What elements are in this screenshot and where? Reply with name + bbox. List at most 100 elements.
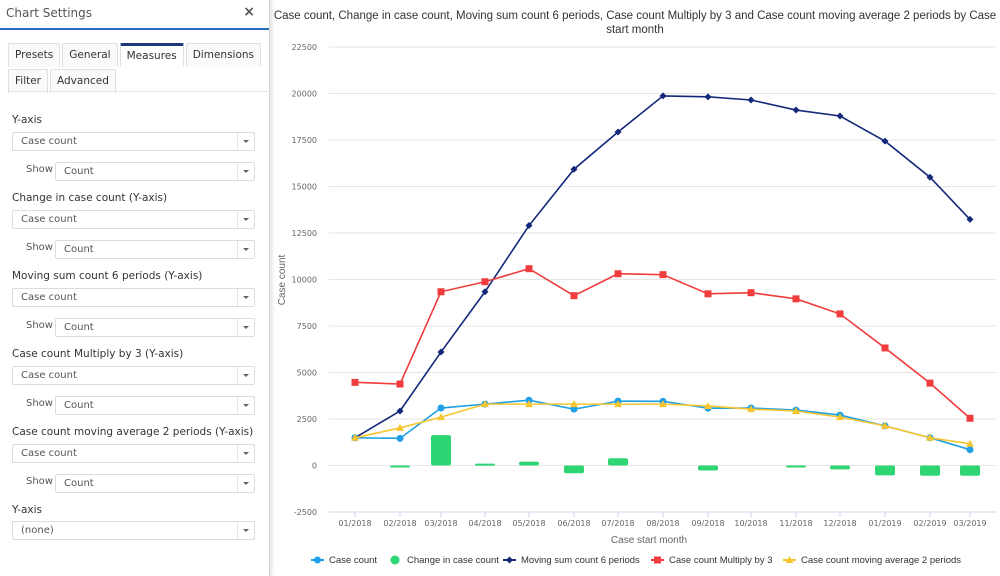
legend-label: Moving sum count 6 periods bbox=[521, 555, 640, 566]
chevron-down-icon[interactable] bbox=[237, 289, 254, 306]
y-tick-label: 0 bbox=[312, 462, 317, 471]
legend-symbol bbox=[390, 555, 400, 565]
tab-measures[interactable]: Measures bbox=[119, 43, 184, 67]
point-case-count-multiply-by-3 bbox=[792, 295, 800, 303]
chevron-down-icon[interactable] bbox=[237, 522, 254, 539]
chart-area: Case count, Change in case count, Moving… bbox=[271, 0, 1000, 576]
point-case-count-multiply-by-3 bbox=[570, 292, 578, 300]
x-tick-label: 09/2018 bbox=[691, 519, 724, 528]
x-tick-label: 01/2019 bbox=[868, 519, 901, 528]
point-case-count-multiply-by-3 bbox=[881, 344, 889, 352]
show-select[interactable]: Count bbox=[55, 474, 255, 493]
close-icon[interactable]: × bbox=[243, 4, 255, 20]
line-moving-sum-count-6-periods bbox=[354, 95, 971, 439]
show-select[interactable]: Count bbox=[55, 162, 255, 181]
show-label: Show bbox=[26, 320, 53, 331]
y-tick-label: -2500 bbox=[294, 508, 317, 517]
bar-change-in-case-count bbox=[475, 463, 495, 466]
tab-row: Presets General Measures Dimensions bbox=[8, 43, 262, 67]
bar-change-in-case-count bbox=[698, 465, 718, 471]
y-tick-label: 5000 bbox=[297, 369, 317, 378]
legend-symbol bbox=[506, 556, 513, 564]
tab-filter[interactable]: Filter bbox=[8, 69, 49, 93]
x-tick-label: 02/2018 bbox=[383, 519, 416, 528]
measure-select[interactable]: Case count bbox=[12, 366, 255, 385]
measure-select[interactable]: Case count bbox=[12, 210, 255, 229]
chart: Case count, Change in case count, Moving… bbox=[274, 10, 996, 566]
show-label: Show bbox=[26, 398, 53, 409]
point-case-count-multiply-by-3 bbox=[396, 380, 404, 388]
panel-title: Chart Settings bbox=[6, 6, 93, 20]
x-tick-label: 12/2018 bbox=[823, 519, 856, 528]
point-case-count-multiply-by-3 bbox=[525, 265, 533, 273]
point-case-count-multiply-by-3 bbox=[481, 278, 489, 286]
tab-presets[interactable]: Presets bbox=[8, 43, 61, 67]
legend-item-case-count-multiply-by-3[interactable]: Case count Multiply by 3 bbox=[651, 555, 773, 566]
legend-label: Case count Multiply by 3 bbox=[669, 555, 773, 566]
point-case-count bbox=[437, 404, 445, 412]
legend-item-moving-sum-count-6-periods[interactable]: Moving sum count 6 periods bbox=[503, 555, 640, 566]
tab-dimensions[interactable]: Dimensions bbox=[185, 43, 262, 67]
show-label: Show bbox=[26, 476, 53, 487]
select-value: Case count bbox=[21, 292, 77, 303]
legend-label: Case count bbox=[329, 555, 377, 566]
chevron-down-icon[interactable] bbox=[237, 397, 254, 414]
x-axis-title: Case start month bbox=[611, 535, 687, 546]
show-select[interactable]: Count bbox=[55, 318, 255, 337]
legend-symbol bbox=[314, 556, 321, 564]
measure-select[interactable]: Case count bbox=[12, 444, 255, 463]
select-value: Count bbox=[64, 244, 94, 255]
point-case-count-multiply-by-3 bbox=[659, 271, 667, 279]
legend-item-case-count[interactable]: Case count bbox=[311, 555, 377, 566]
group-label: Change in case count (Y-axis) bbox=[12, 192, 168, 204]
chevron-down-icon[interactable] bbox=[237, 133, 254, 150]
measure-select[interactable]: Case count bbox=[12, 132, 255, 151]
chevron-down-icon[interactable] bbox=[237, 241, 254, 258]
legend-item-case-count-moving-average-2-periods[interactable]: Case count moving average 2 periods bbox=[783, 555, 961, 566]
measure-select[interactable]: Case count bbox=[12, 288, 255, 307]
x-tick-label: 04/2018 bbox=[468, 519, 501, 528]
legend-item-change-in-case-count[interactable]: Change in case count bbox=[390, 555, 500, 566]
point-case-count-multiply-by-3 bbox=[437, 288, 445, 296]
tab-general[interactable]: General bbox=[62, 43, 118, 67]
show-select[interactable]: Count bbox=[55, 240, 255, 259]
y-tick-label: 22500 bbox=[292, 43, 317, 52]
tabs-divider bbox=[8, 91, 270, 92]
chevron-down-icon[interactable] bbox=[237, 367, 254, 384]
point-moving-sum-count-6-periods bbox=[704, 93, 712, 101]
chevron-down-icon[interactable] bbox=[237, 211, 254, 228]
select-value: Case count bbox=[21, 448, 77, 459]
select-value: Case count bbox=[21, 214, 77, 225]
point-case-count-multiply-by-3 bbox=[966, 414, 974, 422]
show-select[interactable]: Count bbox=[55, 396, 255, 415]
group-label: Moving sum count 6 periods (Y-axis) bbox=[12, 270, 203, 282]
legend-symbol bbox=[654, 556, 661, 564]
select-value: Count bbox=[64, 166, 94, 177]
bar-change-in-case-count bbox=[830, 465, 850, 470]
bar-change-in-case-count bbox=[960, 465, 980, 476]
select-value: Case count bbox=[21, 136, 77, 147]
bar-change-in-case-count bbox=[519, 461, 539, 466]
chevron-down-icon[interactable] bbox=[237, 319, 254, 336]
y-axis-select[interactable]: (none) bbox=[12, 521, 255, 540]
bar-change-in-case-count bbox=[875, 465, 895, 476]
point-case-count-multiply-by-3 bbox=[351, 378, 359, 386]
x-tick-label: 03/2018 bbox=[424, 519, 457, 528]
y-axis-title: Case count bbox=[277, 254, 288, 305]
select-value: Count bbox=[64, 322, 94, 333]
point-case-count-multiply-by-3 bbox=[747, 289, 755, 297]
chevron-down-icon[interactable] bbox=[237, 475, 254, 492]
bar-change-in-case-count bbox=[608, 458, 628, 466]
x-tick-label: 02/2019 bbox=[913, 519, 946, 528]
show-label: Show bbox=[26, 242, 53, 253]
legend-label: Case count moving average 2 periods bbox=[801, 555, 961, 566]
tab-advanced[interactable]: Advanced bbox=[50, 69, 116, 93]
chevron-down-icon[interactable] bbox=[237, 445, 254, 462]
x-tick-label: 07/2018 bbox=[601, 519, 634, 528]
y-tick-label: 10000 bbox=[292, 276, 317, 285]
chevron-down-icon[interactable] bbox=[237, 163, 254, 180]
y-tick-label: 12500 bbox=[292, 229, 317, 238]
select-value: (none) bbox=[21, 525, 54, 536]
bar-change-in-case-count bbox=[786, 465, 806, 468]
y-tick-label: 17500 bbox=[292, 136, 317, 145]
